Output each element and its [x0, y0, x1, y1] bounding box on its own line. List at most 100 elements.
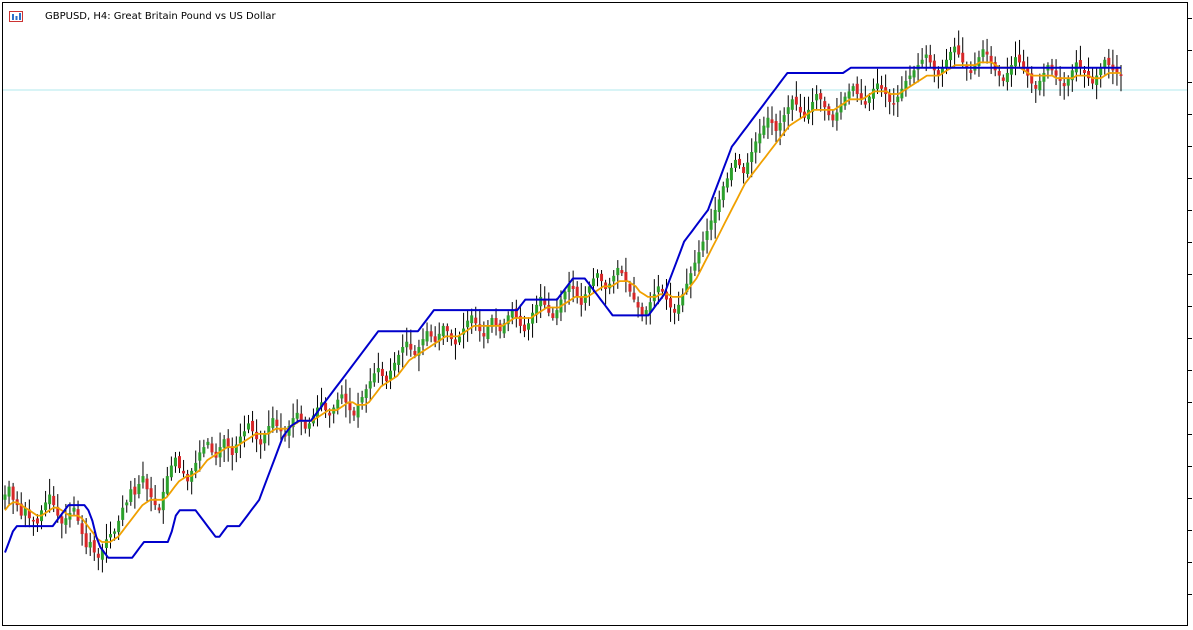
candle [141, 461, 145, 489]
candle [441, 323, 445, 346]
candle-body [145, 478, 149, 490]
candle [543, 286, 547, 309]
candle-body [539, 296, 543, 307]
candle-body [328, 412, 332, 416]
candle-body [401, 346, 405, 353]
candle [705, 218, 709, 254]
candle-body [575, 286, 579, 297]
candle-body [60, 516, 64, 524]
candle [202, 439, 206, 458]
candle [616, 260, 620, 289]
candle [900, 76, 904, 102]
candle-body [242, 431, 246, 437]
candle [11, 482, 15, 515]
candle-body [133, 486, 137, 495]
candle [754, 132, 758, 164]
candle-body [494, 318, 498, 326]
candle [786, 95, 790, 130]
price-axis-tick [1188, 242, 1192, 243]
candle [669, 282, 673, 322]
candle [547, 292, 551, 317]
candle [145, 473, 149, 502]
candle [259, 430, 263, 459]
candle [871, 78, 875, 110]
candle-body [1001, 77, 1005, 81]
chart-bars-icon[interactable] [9, 11, 40, 23]
price-axis-tick [1188, 306, 1192, 307]
candle-body [259, 439, 263, 445]
candle [336, 392, 340, 415]
candle [182, 459, 186, 478]
candle-body [1013, 57, 1017, 67]
moving-averages [4, 61, 1121, 559]
candle [449, 329, 453, 346]
candle-body [372, 373, 376, 383]
candle [620, 265, 624, 277]
candle [928, 44, 932, 68]
candle-body [912, 70, 916, 78]
candle-body [72, 507, 76, 512]
candle-body [348, 402, 352, 411]
candle [790, 95, 794, 121]
candle [425, 322, 429, 347]
price-axis-tick [1188, 114, 1192, 115]
candle [762, 116, 766, 139]
candle [831, 110, 835, 128]
candle [380, 361, 384, 386]
candle-body [202, 447, 206, 454]
price-axis[interactable] [1188, 2, 1193, 626]
candle [953, 37, 957, 68]
candle-body [1119, 74, 1123, 76]
candle [498, 319, 502, 339]
candle [855, 76, 859, 102]
candle [178, 451, 182, 473]
candle-body [384, 375, 388, 382]
candle [384, 371, 388, 390]
candle [802, 96, 806, 122]
candle [291, 403, 295, 438]
candle-body [251, 420, 255, 432]
candle [48, 478, 52, 513]
candle [490, 314, 494, 333]
candle [717, 190, 721, 221]
candle [904, 70, 908, 97]
candle-body [669, 298, 673, 308]
candle-body [161, 491, 165, 511]
candle-body [1082, 69, 1086, 73]
candle-body [441, 325, 445, 336]
candle-body [616, 267, 620, 276]
candle-body [876, 83, 880, 90]
candle [531, 304, 535, 338]
candle [149, 476, 153, 512]
candle-body [194, 462, 198, 472]
candle-body [1042, 72, 1046, 82]
candle-body [360, 397, 364, 403]
candle [551, 306, 555, 321]
candle [746, 153, 750, 178]
candle-body [871, 88, 875, 99]
candle [758, 118, 762, 153]
chart-area[interactable]: GBPUSD, H4: Great Britain Pound vs US Do… [2, 2, 1188, 626]
candle [1054, 59, 1058, 86]
candle-body [969, 70, 973, 73]
candle-body [527, 323, 531, 330]
price-plot[interactable] [3, 3, 1187, 625]
candle-body [656, 286, 660, 293]
candle-body [713, 209, 717, 223]
candle [356, 392, 360, 428]
candle [173, 451, 177, 473]
candle [206, 438, 210, 449]
candle-body [928, 54, 932, 63]
candle-body [1005, 72, 1009, 83]
price-axis-tick [1188, 338, 1192, 339]
candle-body [547, 305, 551, 313]
candle [563, 288, 567, 313]
candle [1078, 45, 1082, 76]
candle-body [640, 306, 644, 316]
candle-body [413, 350, 417, 355]
candle-body [835, 112, 839, 121]
candle [681, 288, 685, 313]
candle [344, 379, 348, 418]
candle [514, 299, 518, 328]
candle-body [307, 423, 311, 429]
